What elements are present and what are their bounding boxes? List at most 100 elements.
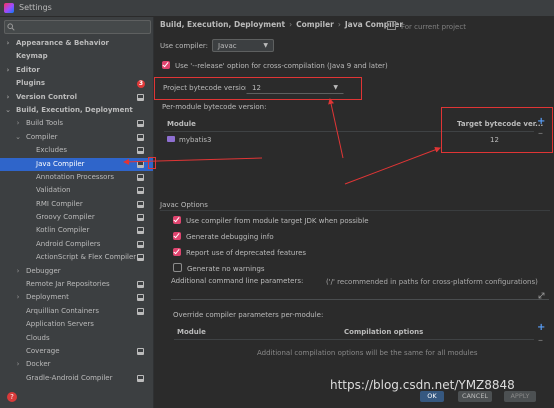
option-debug-info[interactable]: Generate debugging info xyxy=(173,232,274,241)
sidebar-item-label: Excludes xyxy=(36,146,68,155)
additional-params-input[interactable] xyxy=(171,299,549,300)
no-warnings-checkbox[interactable] xyxy=(173,263,182,272)
sidebar-item-keymap[interactable]: Keymap xyxy=(0,50,153,63)
sidebar-item-rmi-compiler[interactable]: RMI Compiler xyxy=(0,198,153,211)
chevron-down-icon[interactable]: ⌄ xyxy=(4,104,12,117)
project-scope-icon xyxy=(137,120,144,128)
window-title: Settings xyxy=(19,3,52,12)
sidebar-item-label: Android Compilers xyxy=(36,239,101,248)
breadcrumb-build: Build, Execution, Deployment xyxy=(160,20,286,29)
sidebar-item-label: Validation xyxy=(36,186,71,195)
sidebar-item-label: Clouds xyxy=(26,333,50,342)
option-no-warnings-label: Generate no warnings xyxy=(187,265,265,273)
chevron-down-icon[interactable]: ⌄ xyxy=(14,131,22,144)
project-scope-icon xyxy=(137,147,144,155)
column-module: Module xyxy=(167,120,196,128)
sidebar-item-compiler[interactable]: ⌄ Compiler xyxy=(0,131,153,144)
project-scope-icon xyxy=(137,227,144,235)
sidebar-item-label: Arquillian Containers xyxy=(26,306,100,315)
sidebar-item-plugins[interactable]: Plugins 3 xyxy=(0,77,153,90)
sidebar-item-label: Kotlin Compiler xyxy=(36,226,90,235)
sidebar-item-label: Java Compiler xyxy=(36,159,85,168)
sidebar-item-java-compiler[interactable]: Java Compiler xyxy=(0,157,153,171)
java-compiler-panel: Build, Execution, Deployment › Compiler › Ja… xyxy=(154,17,554,408)
release-option[interactable]: Use '--release' option for cross-compila… xyxy=(162,61,388,70)
settings-search-input[interactable] xyxy=(4,20,151,34)
debug-info-checkbox[interactable] xyxy=(173,232,181,240)
ok-button[interactable]: OK xyxy=(420,391,444,402)
intellij-logo-icon xyxy=(4,3,14,13)
sidebar-item-remote-jar-repositories[interactable]: Remote Jar Repositories xyxy=(0,278,153,291)
option-deprecated[interactable]: Report use of deprecated features xyxy=(173,248,306,257)
search-icon xyxy=(7,23,15,31)
remove-override-button[interactable]: – xyxy=(538,335,543,346)
option-debug-info-label: Generate debugging info xyxy=(186,233,274,241)
sidebar-item-label: Plugins xyxy=(16,79,46,88)
sidebar-item-appearance-behavior[interactable]: › Appearance & Behavior xyxy=(0,37,153,50)
chevron-right-icon[interactable]: › xyxy=(14,117,22,130)
module-jdk-checkbox[interactable] xyxy=(173,216,181,224)
sidebar-item-gradle-android-compiler[interactable]: Gradle-Android Compiler xyxy=(0,372,153,385)
chevron-right-icon[interactable]: › xyxy=(14,358,22,371)
option-no-warnings[interactable]: Generate no warnings xyxy=(173,263,265,273)
sidebar-item-validation[interactable]: Validation xyxy=(0,184,153,197)
sidebar-item-android-compilers[interactable]: Android Compilers xyxy=(0,238,153,251)
project-scope-icon xyxy=(137,133,144,141)
annotation-box-target xyxy=(441,107,553,153)
use-compiler-select[interactable]: Javac ▼ xyxy=(212,39,274,52)
scope-label: For current project xyxy=(401,23,466,31)
sidebar-item-application-servers[interactable]: Application Servers xyxy=(0,318,153,331)
release-checkbox[interactable] xyxy=(162,61,170,69)
sidebar-item-arquillian-containers[interactable]: Arquillian Containers xyxy=(0,305,153,318)
project-scope-icon xyxy=(137,187,144,195)
module-row[interactable]: mybatis3 xyxy=(167,136,211,144)
project-scope-icon xyxy=(137,240,144,248)
sidebar-item-docker[interactable]: › Docker xyxy=(0,358,153,371)
chevron-right-icon[interactable]: › xyxy=(4,64,12,77)
project-scope-icon xyxy=(137,347,144,355)
sidebar-item-coverage[interactable]: Coverage xyxy=(0,345,153,358)
use-compiler-label: Use compiler: xyxy=(160,42,209,50)
sidebar-item-build-execution-deployment[interactable]: ⌄ Build, Execution, Deployment xyxy=(0,104,153,117)
project-scope-icon xyxy=(137,160,144,168)
annotation-box-project-icon xyxy=(148,157,156,169)
chevron-right-icon[interactable]: › xyxy=(4,91,12,104)
sidebar-item-debugger[interactable]: › Debugger xyxy=(0,265,153,278)
option-module-jdk[interactable]: Use compiler from module target JDK when… xyxy=(173,216,369,225)
module-icon xyxy=(167,136,175,142)
chevron-right-icon[interactable]: › xyxy=(4,37,12,50)
sidebar-item-deployment[interactable]: › Deployment xyxy=(0,291,153,304)
help-button[interactable]: ? xyxy=(7,392,17,402)
override-label: Override compiler parameters per-module: xyxy=(173,311,324,319)
annotation-box-bytecode xyxy=(154,77,362,100)
javac-options-title: Javac Options xyxy=(160,201,208,209)
cancel-button[interactable]: CANCEL xyxy=(458,391,492,402)
expand-icon[interactable] xyxy=(538,292,545,299)
deprecated-checkbox[interactable] xyxy=(173,248,181,256)
project-scope-icon xyxy=(137,173,144,181)
override-table-divider xyxy=(174,339,534,340)
sidebar-item-groovy-compiler[interactable]: Groovy Compiler xyxy=(0,211,153,224)
apply-button[interactable]: APPLY xyxy=(504,391,536,402)
sidebar-item-kotlin-compiler[interactable]: Kotlin Compiler xyxy=(0,224,153,237)
sidebar-item-label: Appearance & Behavior xyxy=(16,39,109,47)
sidebar-item-label: Debugger xyxy=(26,266,61,275)
add-override-button[interactable]: + xyxy=(537,322,545,333)
sidebar-item-version-control[interactable]: › Version Control xyxy=(0,91,153,104)
sidebar-item-actionscript-flex-compiler[interactable]: ActionScript & Flex Compiler xyxy=(0,251,153,264)
chevron-down-icon: ▼ xyxy=(263,42,268,49)
chevron-right-icon[interactable]: › xyxy=(14,291,22,304)
sidebar-item-build-tools[interactable]: › Build Tools xyxy=(0,117,153,130)
sidebar-item-clouds[interactable]: Clouds xyxy=(0,332,153,345)
section-divider xyxy=(160,210,550,211)
sidebar-item-editor[interactable]: › Editor xyxy=(0,64,153,77)
additional-params-hint: ('/' recommended in paths for cross-plat… xyxy=(326,278,538,286)
chevron-right-icon[interactable]: › xyxy=(14,265,22,278)
scope-indicator: For current project xyxy=(387,21,466,31)
watermark-text: https://blog.csdn.net/YMZ8848 xyxy=(330,378,515,392)
sidebar-item-label: Groovy Compiler xyxy=(36,213,95,222)
release-option-label: Use '--release' option for cross-compila… xyxy=(175,62,388,70)
sidebar-item-label: Compiler xyxy=(26,132,58,141)
sidebar-item-excludes[interactable]: Excludes xyxy=(0,144,153,157)
sidebar-item-annotation-processors[interactable]: Annotation Processors xyxy=(0,171,153,184)
